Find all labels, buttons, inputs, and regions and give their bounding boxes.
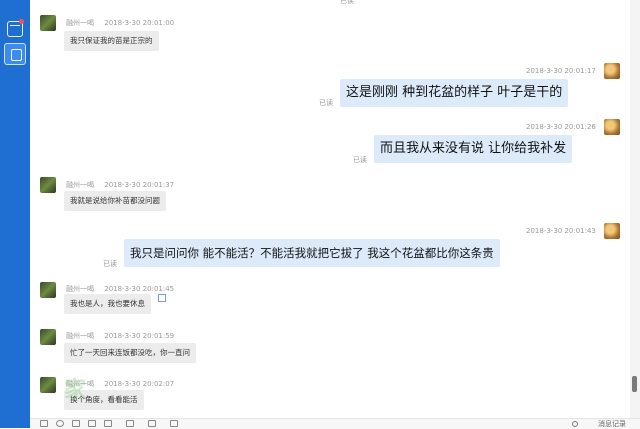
message-bubble[interactable]: 这是刚刚 种到花盆的样子 叶子是干的	[340, 79, 569, 107]
my-avatar[interactable]	[604, 223, 620, 239]
font-icon[interactable]	[40, 420, 48, 427]
sender-name: 融州一喝	[66, 285, 94, 293]
contact-avatar[interactable]	[40, 282, 56, 298]
history-icon[interactable]	[572, 421, 578, 427]
message-bubble[interactable]: 我也是人，我也要休息	[64, 294, 151, 314]
folder-icon[interactable]	[88, 420, 96, 427]
chat-scrollbar[interactable]	[630, 0, 640, 418]
message-time: 2018-3-30 20:01:59	[104, 332, 175, 340]
read-status: 已读	[319, 99, 333, 107]
sender-name: 融州一喝	[66, 181, 94, 189]
message-time: 2018-3-30 20:01:26	[526, 123, 596, 131]
screenshot-icon[interactable]	[148, 420, 156, 427]
read-status: 已读	[103, 260, 117, 268]
emoji-icon[interactable]	[56, 420, 64, 427]
sender-name: 融州一喝	[66, 19, 94, 27]
message-meta: 融州一喝 2018-3-30 20:01:45	[66, 284, 174, 294]
left-sidebar	[0, 0, 30, 428]
message-time: 2018-3-30 20:01:17	[526, 67, 596, 75]
message-meta: 融州一喝 2018-3-30 20:02:07	[66, 379, 174, 389]
shake-icon[interactable]	[72, 420, 80, 427]
my-avatar[interactable]	[604, 119, 620, 135]
read-status: 已读	[353, 156, 367, 164]
message-meta: 融州一喝 2018-3-30 20:01:37	[66, 180, 174, 190]
notification-dot	[19, 19, 24, 24]
message-time: 2018-3-30 20:02:07	[104, 380, 175, 388]
contacts-icon[interactable]	[4, 43, 26, 65]
calendar-icon[interactable]	[7, 19, 24, 37]
message-bubble[interactable]: 我就是说给你补苗都没问题	[64, 191, 166, 211]
contact-avatar[interactable]	[40, 15, 56, 31]
message-bubble[interactable]: 我只保证我的苗是正宗的	[64, 31, 159, 51]
message-time: 2018-3-30 20:01:37	[104, 181, 175, 189]
message-bubble[interactable]: 换个角度，看看能活	[64, 390, 144, 410]
more-icon[interactable]	[170, 420, 178, 427]
message-time: 2018-3-30 20:01:00	[104, 19, 175, 27]
image-thumbnail-icon[interactable]	[158, 294, 166, 302]
sender-name: 融州一喝	[66, 380, 94, 388]
input-toolbar: 消息记录	[30, 418, 640, 429]
message-bubble[interactable]: 忙了一天回来连饭都没吃，你一直问	[64, 343, 196, 363]
contact-avatar[interactable]	[40, 177, 56, 193]
image-icon[interactable]	[104, 420, 112, 427]
contact-avatar[interactable]	[40, 329, 56, 345]
message-meta: 融州一喝 2018-3-30 20:01:59	[66, 331, 174, 341]
contact-avatar[interactable]	[40, 377, 56, 393]
message-bubble[interactable]: 而且我从来没有说 让你给我补发	[374, 135, 573, 163]
message-bubble[interactable]: 我只是问问你 能不能活？不能活我就把它拔了 我这个花盆都比你这条贵	[124, 239, 500, 267]
message-meta: 融州一喝 2018-3-30 20:01:00	[66, 18, 174, 28]
sender-name: 融州一喝	[66, 332, 94, 340]
document-icon[interactable]	[126, 420, 134, 427]
my-avatar[interactable]	[604, 63, 620, 79]
message-time: 2018-3-30 20:01:43	[526, 227, 596, 235]
read-status: 已读	[340, 0, 354, 5]
message-time: 2018-3-30 20:01:45	[104, 285, 175, 293]
chat-history: 已读 融州一喝 2018-3-30 20:01:00 我只保证我的苗是正宗的 2…	[30, 0, 630, 418]
scroll-thumb[interactable]	[632, 376, 637, 392]
